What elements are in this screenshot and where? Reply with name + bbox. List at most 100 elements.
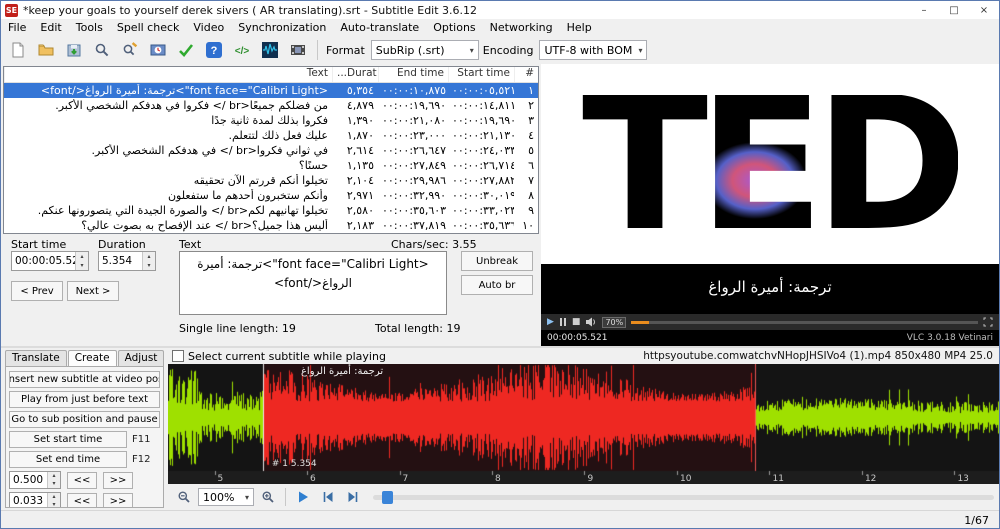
subtitle-row[interactable]: تخيلوا تهانيهم لكم<br /> والصورة الجيدة …: [4, 203, 538, 218]
tab[interactable]: Adjust: [117, 350, 165, 366]
nudge-back-button-2[interactable]: <<: [67, 492, 97, 507]
zoom-select[interactable]: 100% ▾: [198, 488, 254, 506]
column-header-text[interactable]: Text: [4, 67, 332, 82]
menu-item[interactable]: Spell check: [110, 21, 187, 34]
subtitle-row[interactable]: تخيلوا أنكم قررتم الآن تحقيقه ٢,١٠٤ ٠٠:٠…: [4, 173, 538, 188]
menu-item[interactable]: Options: [426, 21, 482, 34]
start-time-input[interactable]: 00:00:05.521 ▴▾: [11, 251, 89, 271]
status-bar: 1/67: [1, 510, 999, 528]
waveform-play-button[interactable]: [292, 487, 314, 507]
window-controls: – □ ×: [909, 1, 999, 19]
nudge-amount-input-2[interactable]: 0.033 ▴ ▾: [9, 492, 61, 507]
panel-button[interactable]: Play from just before text: [9, 391, 160, 408]
video-view-button[interactable]: [285, 38, 311, 62]
new-file-button[interactable]: [5, 38, 31, 62]
subtitle-row[interactable]: أليس هذا جميل؟<br /> عند الإفصاح به بصوت…: [4, 218, 538, 233]
nudge-forward-button-2[interactable]: >>: [103, 492, 133, 507]
source-view-button[interactable]: </>: [229, 38, 255, 62]
menu-item[interactable]: Help: [560, 21, 599, 34]
unbreak-button[interactable]: Unbreak: [461, 251, 533, 271]
close-button[interactable]: ×: [969, 1, 999, 19]
subtitle-row[interactable]: فكروا بذلك لمدة ثانية جدًا ١,٣٩٠ ٠٠:٠٠:٢…: [4, 113, 538, 128]
format-select[interactable]: SubRip (.srt) ▾: [370, 40, 479, 60]
help-button[interactable]: ?: [201, 38, 227, 62]
next-subtitle-button[interactable]: [342, 487, 364, 507]
start-time-spin-buttons[interactable]: ▴ ▾: [75, 252, 88, 270]
cell-end-time: ٠٠:٠٠:٣٧,٨١٩: [382, 219, 447, 232]
menu-item[interactable]: Synchronization: [231, 21, 333, 34]
subtitle-row[interactable]: حسنًا؟ ١,١٣٥ ٠٠:٠٠:٢٧,٨٤٩ ٠٠:٠٠:٢٦,٧١٤ ٦: [4, 158, 538, 173]
minimize-button[interactable]: –: [909, 1, 939, 19]
spin-up-icon[interactable]: ▴: [76, 252, 88, 261]
open-file-button[interactable]: [33, 38, 59, 62]
spell-check-icon: [179, 44, 194, 57]
nudge-amount-input-1[interactable]: 0.500 ▴ ▾: [9, 471, 61, 489]
column-header-start-time[interactable]: Start time: [448, 67, 514, 82]
spin-down-icon[interactable]: ▾: [48, 480, 60, 488]
next-subtitle-button[interactable]: Next >: [67, 281, 119, 301]
subtitle-text-input[interactable]: <font face="Calibri Light">ترجمة: أميرة …: [179, 251, 447, 315]
nudge-forward-button-1[interactable]: >>: [103, 471, 133, 489]
seek-bar[interactable]: [631, 320, 978, 324]
subtitle-row[interactable]: في ثواني فكروا<br /> في هدفكم الشخصي الأ…: [4, 143, 538, 158]
duration-input[interactable]: 5.354 ▴ ▾: [98, 251, 156, 271]
menu-item[interactable]: Video: [186, 21, 231, 34]
replace-button[interactable]: [117, 38, 143, 62]
spin-down-icon[interactable]: ▾: [76, 261, 88, 270]
column-header-duration[interactable]: ...Durat: [332, 67, 378, 82]
panel-button[interactable]: Insert new subtitle at video pos: [9, 371, 160, 388]
pause-button[interactable]: [559, 318, 567, 326]
spin-up-icon[interactable]: ▴: [143, 252, 155, 261]
waveform-display[interactable]: ترجمة: أميرة الرواغ # 1 5.354 5 6 7 8 9 10 11 1…: [168, 364, 999, 484]
nudge-back-button-1[interactable]: <<: [67, 471, 97, 489]
menu-item[interactable]: Edit: [33, 21, 68, 34]
zoom-out-button[interactable]: [173, 487, 195, 507]
maximize-button[interactable]: □: [939, 1, 969, 19]
menu-item[interactable]: Auto-translate: [333, 21, 426, 34]
column-header-end-time[interactable]: End time: [378, 67, 448, 82]
menu-item[interactable]: Networking: [483, 21, 560, 34]
spin-up-icon[interactable]: ▴: [48, 472, 60, 480]
play-button[interactable]: ▶: [547, 317, 554, 327]
subtitle-row[interactable]: عليك فعل ذلك لتتعلم. ١,٨٧٠ ٠٠:٠٠:٢٣,٠٠٠ …: [4, 128, 538, 143]
encoding-select[interactable]: UTF-8 with BOM ▾: [539, 40, 648, 60]
save-button[interactable]: [61, 38, 87, 62]
waveform-view-button[interactable]: [257, 38, 283, 62]
spin-up-icon[interactable]: ▴: [48, 493, 60, 501]
previous-subtitle-button[interactable]: [317, 487, 339, 507]
video-file-info: httpsyoutube.comwatchvNHopJHSIVo4 (1).mp…: [643, 350, 993, 362]
set-start-time-button[interactable]: Set start time: [9, 431, 127, 448]
find-button[interactable]: [89, 38, 115, 62]
volume-icon[interactable]: [585, 316, 597, 328]
prev-subtitle-button[interactable]: < Prev: [11, 281, 63, 301]
visual-sync-button[interactable]: [145, 38, 171, 62]
select-current-subtitle-checkbox[interactable]: Select current subtitle while playing: [172, 350, 386, 363]
spin-down-icon[interactable]: ▾: [48, 501, 60, 507]
set-end-time-button[interactable]: Set end time: [9, 451, 127, 468]
video-frame[interactable]: TED ترجمة: أميرة الرواغ: [541, 64, 999, 314]
nudge-spin-buttons-1[interactable]: ▴ ▾: [47, 472, 60, 488]
auto-br-button[interactable]: Auto br: [461, 275, 533, 295]
panel-button[interactable]: Go to sub position and pause: [9, 411, 160, 428]
tab[interactable]: Create: [67, 350, 117, 366]
waveform-icon: [262, 42, 278, 58]
zoom-in-button[interactable]: [257, 487, 279, 507]
stop-button[interactable]: ■: [572, 317, 581, 327]
menu-item[interactable]: File: [1, 21, 33, 34]
duration-spin-buttons[interactable]: ▴ ▾: [142, 252, 155, 270]
title-bar[interactable]: SE *keep your goals to yourself derek si…: [1, 1, 999, 19]
cell-end-time: ٠٠:٠٠:١٩,٦٩٠: [382, 99, 447, 112]
spin-down-icon[interactable]: ▾: [143, 261, 155, 270]
tab[interactable]: Translate: [5, 350, 67, 366]
fullscreen-icon[interactable]: [983, 317, 993, 327]
column-header-number[interactable]: #: [514, 67, 538, 82]
subtitle-row[interactable]: وأنكم ستخبرون أحدهم ما ستفعلون ٢,٩٧١ ٠٠:…: [4, 188, 538, 203]
spell-check-button[interactable]: [173, 38, 199, 62]
scrollbar-handle[interactable]: [382, 490, 394, 504]
subtitle-row[interactable]: <font face="Calibri Light">ترجمة: أميرة …: [4, 83, 538, 98]
subtitle-row[interactable]: من فضلكم جميعًا<br /> فكروا في هدفكم الش…: [4, 98, 538, 113]
waveform-scrollbar[interactable]: [373, 490, 994, 504]
nudge-spin-buttons-2[interactable]: ▴ ▾: [47, 493, 60, 507]
menu-item[interactable]: Tools: [69, 21, 110, 34]
text-label: Text: [179, 238, 202, 251]
